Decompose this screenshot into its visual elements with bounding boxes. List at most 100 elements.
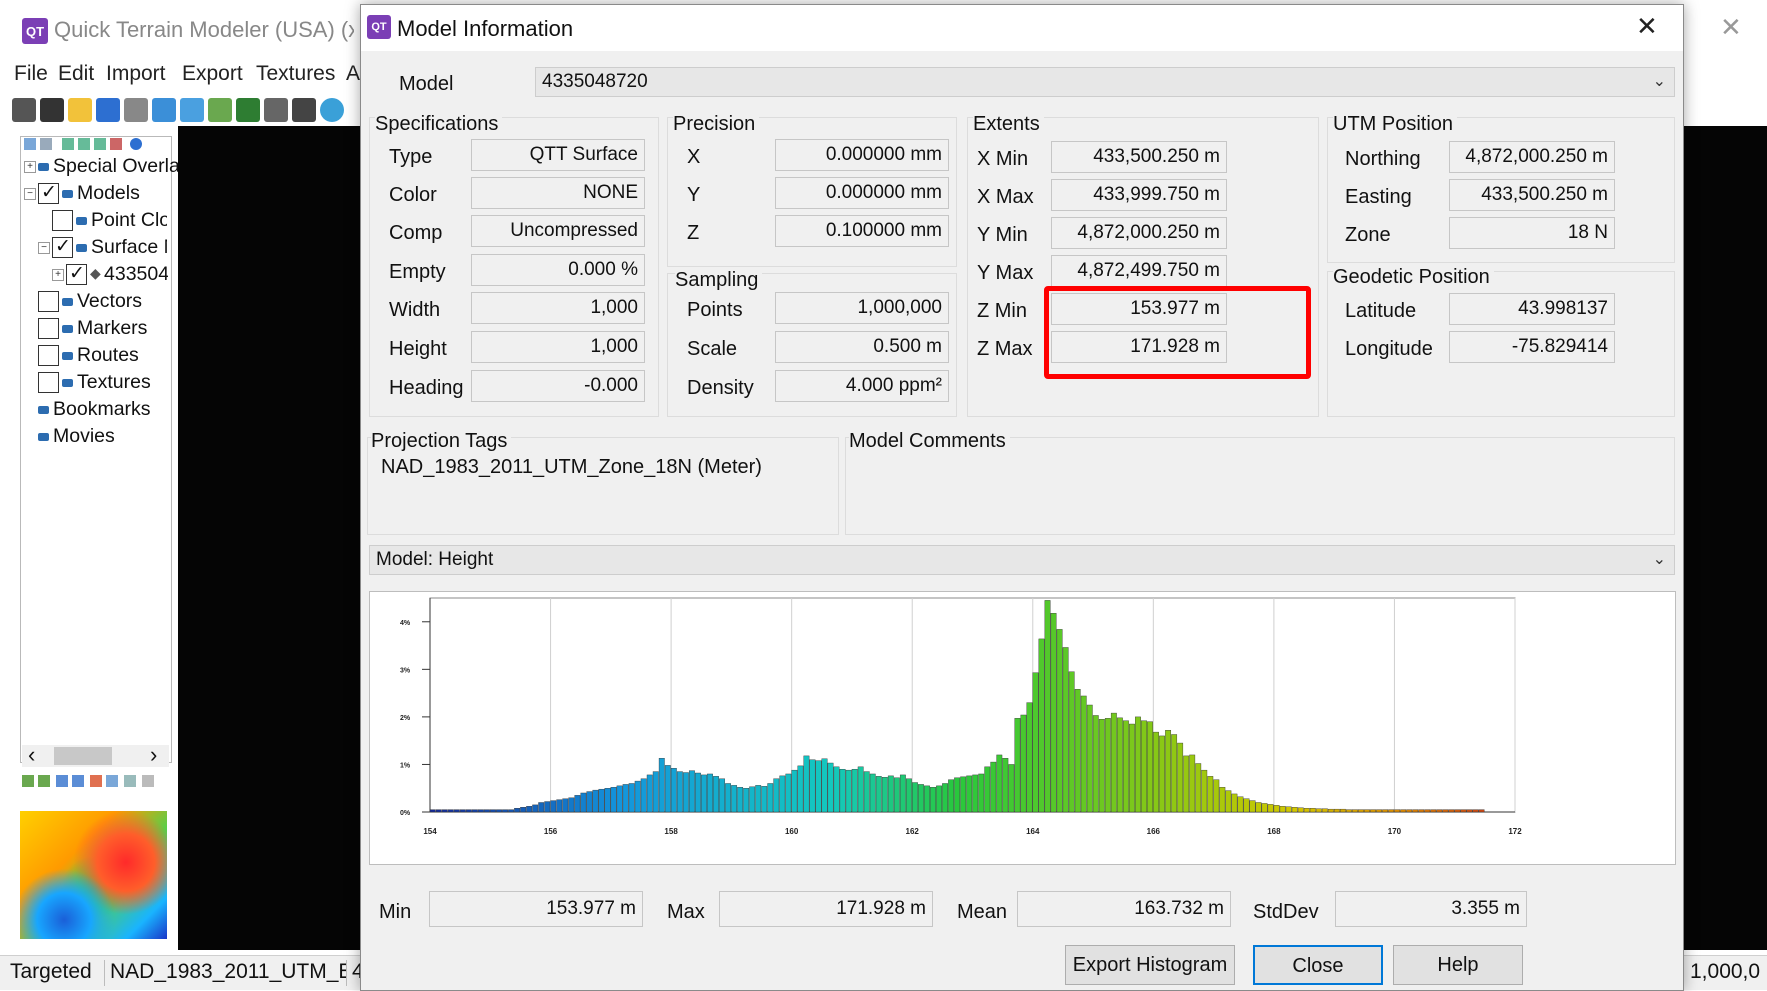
tree-tool-icon[interactable] (24, 138, 36, 150)
geodetic-latitude-label: Latitude (1345, 300, 1417, 322)
histogram-bar (1002, 758, 1009, 813)
projection-tags-heading: Projection Tags (371, 430, 512, 453)
checkbox[interactable] (52, 210, 73, 231)
tool-icon[interactable] (72, 775, 84, 787)
extents-xmax-label: X Max (977, 186, 1034, 208)
dialog-close-icon[interactable]: ✕ (1636, 11, 1658, 42)
globe-icon[interactable] (320, 98, 344, 122)
app-close-icon[interactable]: ✕ (1720, 12, 1742, 43)
image-icon[interactable] (236, 98, 260, 122)
scroll-left-icon[interactable]: ‹ (28, 742, 35, 768)
menu-textures[interactable]: Textures (256, 62, 335, 86)
tree-tool-icon[interactable] (40, 138, 52, 150)
histogram-bar (1213, 779, 1220, 813)
histogram-bar (1092, 715, 1099, 813)
expand-icon[interactable]: + (24, 161, 36, 173)
menu-export[interactable]: Export (182, 62, 243, 86)
minimap-thumbnail[interactable] (20, 811, 167, 939)
histogram-source-select[interactable]: Model: Height ⌄ (369, 545, 1675, 575)
histogram-bar (1207, 776, 1214, 813)
tree-tool-icon[interactable] (110, 138, 122, 150)
histogram-bar (676, 771, 683, 813)
histogram-bar (1327, 808, 1334, 813)
histogram-bar (1056, 629, 1063, 813)
cloud-icon[interactable] (264, 98, 288, 122)
tree-tool-icon[interactable] (62, 138, 74, 150)
histogram-bar (761, 786, 768, 813)
tree-tool-icon[interactable] (78, 138, 90, 150)
close-button[interactable]: Close (1253, 945, 1383, 985)
histogram-bar (1255, 802, 1262, 813)
histogram-bar (833, 766, 840, 813)
menu-more[interactable]: A (346, 62, 360, 86)
histogram-bar (779, 775, 786, 813)
layers-icon[interactable] (124, 98, 148, 122)
y-tick-label: 2% (400, 715, 411, 722)
histogram-bar (1346, 809, 1352, 813)
open-folder-icon[interactable] (68, 98, 92, 122)
tool-icon[interactable] (38, 775, 50, 787)
collapse-icon[interactable]: − (38, 242, 50, 254)
expand-icon[interactable]: + (52, 269, 64, 281)
menu-file[interactable]: File (14, 62, 48, 86)
folder-icon (76, 217, 87, 225)
tool-icon[interactable] (56, 775, 68, 787)
tool-icon[interactable] (22, 775, 34, 787)
histogram-bar (1068, 671, 1075, 813)
model-select[interactable]: 4335048720 ⌄ (535, 67, 1675, 97)
app-menubar: File Edit Import Export Textures A (0, 62, 360, 92)
histogram-bar (1418, 809, 1425, 813)
chevron-down-icon: ⌄ (1652, 73, 1666, 90)
histogram-bar (586, 791, 593, 813)
map-view-right[interactable] (1682, 126, 1767, 950)
extents-heading: Extents (973, 113, 1044, 136)
clapper-icon[interactable] (292, 98, 316, 122)
tree-tool-icon[interactable] (94, 138, 106, 150)
map-view[interactable] (178, 126, 360, 950)
profile-icon[interactable] (152, 98, 176, 122)
histogram-bar (1261, 803, 1268, 813)
checkbox[interactable] (38, 181, 59, 204)
tool-icon[interactable] (106, 775, 118, 787)
save-icon[interactable] (96, 98, 120, 122)
tree-horizontal-scrollbar[interactable]: ‹ › (22, 742, 169, 768)
chevron-down-icon: ⌄ (1652, 551, 1666, 568)
precision-heading: Precision (673, 113, 760, 136)
histogram-bar (598, 788, 605, 813)
histogram-bar (1430, 809, 1437, 813)
collapse-icon[interactable]: − (24, 188, 36, 200)
histogram-bar (1436, 809, 1443, 813)
line-tool-icon[interactable] (180, 98, 204, 122)
sampling-density-value: 4.000 ppm² (775, 370, 949, 402)
histogram-bar (1159, 735, 1165, 813)
spec-width-value: 1,000 (471, 292, 645, 324)
histogram-bar (942, 783, 948, 813)
export-histogram-button[interactable]: Export Histogram (1065, 945, 1235, 985)
menu-edit[interactable]: Edit (58, 62, 94, 86)
checkbox[interactable] (38, 372, 59, 393)
tool-icon[interactable] (142, 775, 154, 787)
checkbox[interactable] (38, 345, 59, 366)
histogram-bar (1237, 796, 1244, 813)
scroll-right-icon[interactable]: › (150, 742, 157, 768)
histogram-bar (688, 770, 695, 813)
info-icon[interactable] (130, 138, 142, 150)
checkbox[interactable] (38, 291, 59, 312)
tool-icon[interactable] (124, 775, 136, 787)
binoculars-icon[interactable] (12, 98, 36, 122)
extents-xmax-value: 433,999.750 m (1051, 179, 1227, 211)
measure-icon[interactable] (208, 98, 232, 122)
histogram-bar (797, 765, 804, 813)
checkbox[interactable] (52, 235, 73, 258)
histogram-bar (1243, 798, 1250, 813)
checkbox[interactable] (38, 318, 59, 339)
checkbox[interactable] (66, 262, 87, 285)
help-button[interactable]: Help (1393, 945, 1523, 985)
menu-import[interactable]: Import (106, 62, 166, 86)
map-icon[interactable] (40, 98, 64, 122)
spec-heading-value: -0.000 (471, 370, 645, 402)
histogram-bar (1086, 704, 1093, 813)
histogram-bar (791, 769, 798, 813)
tool-icon[interactable] (90, 775, 102, 787)
scroll-thumb[interactable] (54, 747, 112, 765)
